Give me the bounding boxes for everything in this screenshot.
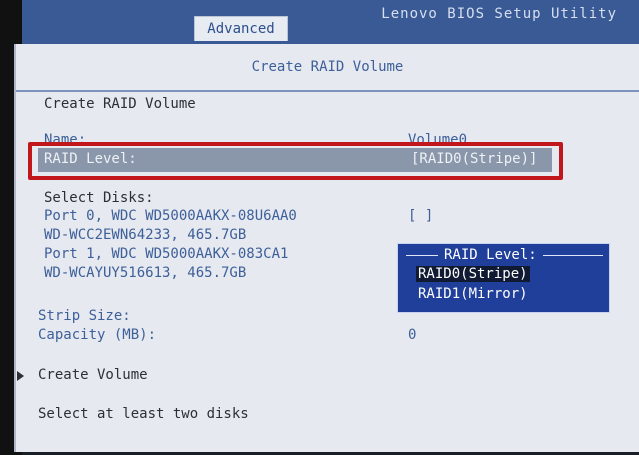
panel-title: Create RAID Volume xyxy=(16,44,639,92)
disk-1-line1: Port 1, WDC WD5000AAKX-083CA1 xyxy=(44,246,289,262)
tab-advanced[interactable]: Advanced xyxy=(194,16,288,41)
disk-0-line2: WD-WCC2EWN64233, 465.7GB xyxy=(44,227,247,243)
strip-size-label: Strip Size: xyxy=(38,308,131,324)
popup-option-raid1[interactable]: RAID1(Mirror) xyxy=(418,286,528,302)
submenu-arrow-icon xyxy=(17,371,24,381)
utility-title: Lenovo BIOS Setup Utility xyxy=(381,6,617,22)
capacity-label: Capacity (MB): xyxy=(38,327,157,343)
create-volume-item[interactable]: Create Volume xyxy=(38,367,148,383)
raid-level-highlight-box xyxy=(28,142,563,180)
disk-0-line1: Port 0, WDC WD5000AAKX-08U6AA0 xyxy=(44,208,297,224)
status-message: Select at least two disks xyxy=(38,406,249,422)
disk-1-line2: WD-WCAYUY516613, 465.7GB xyxy=(44,265,247,281)
select-disks-label: Select Disks: xyxy=(44,190,154,206)
section-title: Create RAID Volume xyxy=(44,96,196,112)
popup-option-raid0[interactable]: RAID0(Stripe) xyxy=(416,266,530,282)
top-bar: Lenovo BIOS Setup Utility Advanced xyxy=(0,0,639,455)
raid-level-popup[interactable]: RAID Level: RAID0(Stripe) RAID1(Mirror) xyxy=(397,243,610,313)
capacity-value: 0 xyxy=(408,327,417,343)
disk-0-checkbox[interactable]: [ ] xyxy=(408,208,433,224)
popup-title: RAID Level: xyxy=(438,247,543,263)
